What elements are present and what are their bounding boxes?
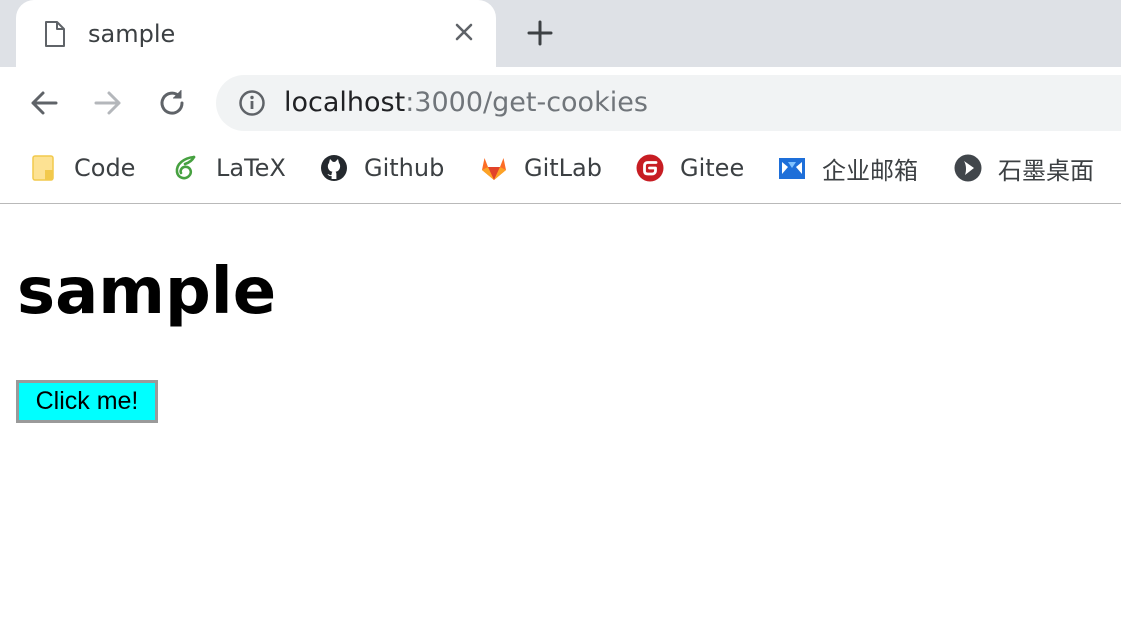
reload-icon[interactable]: [156, 87, 188, 119]
folder-icon: [32, 155, 54, 181]
bookmark-github[interactable]: Github: [320, 151, 444, 185]
url-text[interactable]: localhost:3000/get-cookies: [284, 86, 648, 120]
bookmark-label: 石墨桌面: [998, 156, 1094, 185]
bookmark-label: GitLab: [524, 154, 602, 182]
bookmark-label: Code: [74, 154, 136, 182]
bookmark-gitlab[interactable]: GitLab: [480, 151, 602, 185]
bookmark-latex[interactable]: LaTeX: [172, 151, 286, 185]
github-icon: [321, 155, 347, 181]
gitlab-icon: [482, 158, 506, 180]
bookmarks-bar: Code LaTeX Github GitLab Gitee 企业邮箱 石墨桌面: [0, 137, 1121, 204]
overleaf-icon: [175, 155, 196, 180]
bookmark-gitee[interactable]: Gitee: [636, 151, 744, 185]
plus-icon[interactable]: [526, 19, 554, 47]
tab-active[interactable]: sample: [16, 0, 496, 67]
arrow-left-icon[interactable]: [28, 87, 60, 119]
gitee-icon: [636, 154, 664, 182]
click-me-button[interactable]: Click me!: [16, 380, 158, 423]
tab-title: sample: [88, 20, 176, 48]
close-icon[interactable]: [452, 20, 476, 44]
toolbar: localhost:3000/get-cookies: [0, 67, 1121, 137]
info-icon[interactable]: [238, 89, 266, 117]
url-host: localhost: [284, 87, 406, 118]
tab-strip: sample: [0, 0, 1121, 67]
url-path: :3000/get-cookies: [405, 87, 648, 118]
bookmark-code[interactable]: Code: [30, 151, 135, 185]
bookmark-mail[interactable]: 企业邮箱: [778, 151, 918, 185]
page-title: sample: [17, 255, 277, 329]
bookmark-label: 企业邮箱: [822, 156, 918, 185]
page-content: sample Click me!: [0, 204, 1121, 636]
address-bar[interactable]: localhost:3000/get-cookies: [216, 75, 1121, 131]
mail-icon: [779, 158, 805, 179]
bookmark-shimo[interactable]: 石墨桌面: [954, 151, 1094, 185]
page-icon: [45, 21, 65, 47]
bookmark-label: Gitee: [680, 154, 745, 182]
bookmark-label: LaTeX: [216, 154, 286, 182]
arrow-right-icon[interactable]: [92, 87, 124, 119]
bookmark-label: Github: [364, 154, 445, 182]
shimo-icon: [954, 154, 982, 182]
